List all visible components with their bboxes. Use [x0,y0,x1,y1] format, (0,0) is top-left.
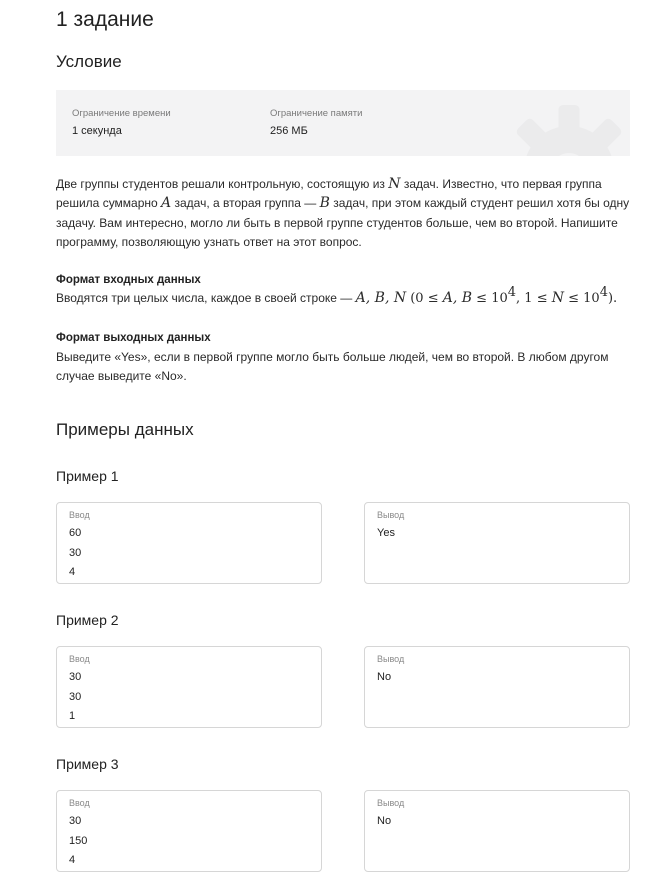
output-format-heading: Формат выходных данных [56,332,211,344]
examples-heading: Примеры данных [56,420,194,439]
input-label: Ввод [69,510,90,520]
output-label: Вывод [377,798,405,808]
example-2-title: Пример 2 [56,612,119,628]
gear-icon [516,105,622,156]
example-3-output-box[interactable]: Вывод No [364,790,630,872]
example-1-output: Yes [377,527,395,539]
limits-panel: Ограничение времени 1 секунда Ограничени… [56,90,630,156]
time-limit-value: 1 секунда [72,125,122,137]
example-3-input: 30 150 4 [69,815,88,866]
memory-limit-label: Ограничение памяти [270,108,363,119]
problem-statement: Две группы студентов решали контрольную,… [56,176,630,250]
output-format-text: Выведите «Yes», если в первой группе мог… [56,350,609,384]
input-format-text: Вводятся три целых числа, каждое в своей… [56,285,618,306]
example-2-input: 30 30 1 [69,671,82,722]
input-format-heading: Формат входных данных [56,274,201,286]
example-1-input-box[interactable]: Ввод 60 30 4 [56,502,322,584]
example-3-output: No [377,815,392,827]
output-label: Вывод [377,510,405,520]
time-limit-label: Ограничение времени [72,108,171,119]
example-2-input-box[interactable]: Ввод 30 30 1 [56,646,322,728]
example-2-output-box[interactable]: Вывод No [364,646,630,728]
example-1-output-box[interactable]: Вывод Yes [364,502,630,584]
page-title: 1 задание [56,8,154,31]
memory-limit-value: 256 МБ [270,125,308,137]
example-3-input-box[interactable]: Ввод 30 150 4 [56,790,322,872]
input-label: Ввод [69,798,90,808]
example-1-input: 60 30 4 [69,527,82,578]
output-label: Вывод [377,654,405,664]
condition-heading: Условие [56,52,122,71]
example-2-output: No [377,671,392,683]
example-1-title: Пример 1 [56,468,119,484]
input-label: Ввод [69,654,90,664]
example-3-title: Пример 3 [56,756,119,772]
